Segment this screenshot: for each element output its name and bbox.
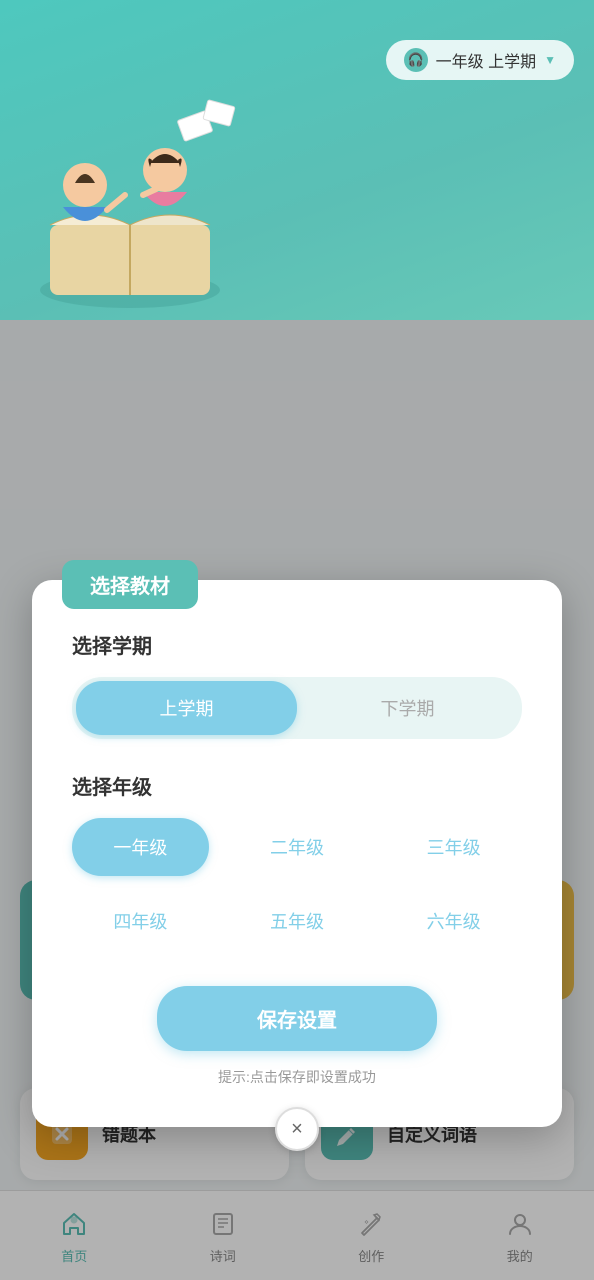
grade-btn-5[interactable]: 五年级	[229, 892, 366, 950]
children-illustration	[10, 95, 250, 320]
modal-body: 选择学期 上学期 下学期 选择年级 一年级 二年级 三年级 四年级 五年级 六年…	[32, 580, 562, 1087]
main-content: 🎧 错题本 自定义词语	[0, 320, 594, 1280]
select-textbook-modal: 选择教材 选择学期 上学期 下学期 选择年级 一年级 二年级 三年级 四年级 五…	[32, 580, 562, 1127]
grade-btn-1[interactable]: 一年级	[72, 818, 209, 876]
grade-label: 一年级 上学期	[436, 48, 536, 72]
modal-backdrop: 选择教材 选择学期 上学期 下学期 选择年级 一年级 二年级 三年级 四年级 五…	[0, 320, 594, 1280]
semester-btn-upper[interactable]: 上学期	[76, 681, 297, 735]
close-button[interactable]: ×	[275, 1107, 319, 1151]
dropdown-arrow-icon: ▼	[544, 53, 556, 67]
modal-header-tag: 选择教材	[62, 560, 198, 609]
grade-grid: 一年级 二年级 三年级 四年级 五年级 六年级	[72, 818, 522, 950]
grade-selector[interactable]: 🎧 一年级 上学期 ▼	[386, 40, 574, 80]
semester-toggle: 上学期 下学期	[72, 677, 522, 739]
grade-btn-4[interactable]: 四年级	[72, 892, 209, 950]
save-button[interactable]: 保存设置	[157, 986, 437, 1051]
grade-btn-3[interactable]: 三年级	[385, 818, 522, 876]
semester-section-title: 选择学期	[72, 630, 522, 659]
header-background: 🎧 一年级 上学期 ▼	[0, 0, 594, 320]
hint-text: 提示:点击保存即设置成功	[72, 1067, 522, 1087]
headphone-icon: 🎧	[404, 48, 428, 72]
grade-btn-6[interactable]: 六年级	[385, 892, 522, 950]
grade-section-title: 选择年级	[72, 771, 522, 800]
semester-btn-lower[interactable]: 下学期	[297, 681, 518, 735]
grade-btn-2[interactable]: 二年级	[229, 818, 366, 876]
